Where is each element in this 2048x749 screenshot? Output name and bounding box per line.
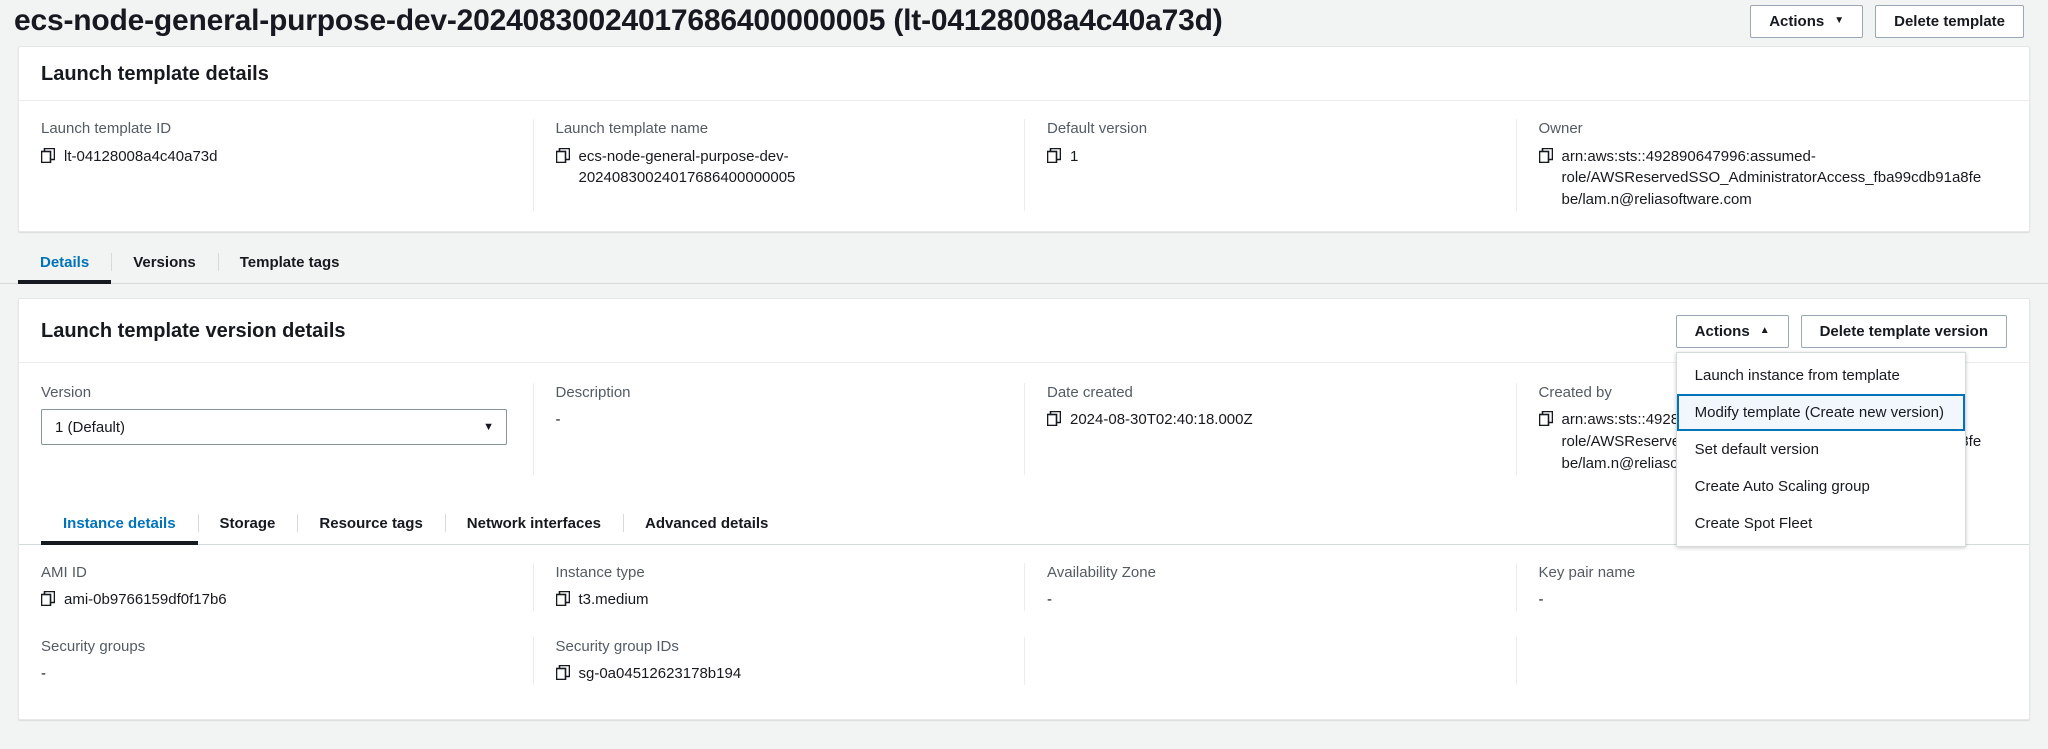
tab-resource-tags[interactable]: Resource tags xyxy=(297,501,444,544)
detail-label: Default version xyxy=(1047,120,1148,137)
copy-icon[interactable] xyxy=(1538,411,1553,427)
launch-template-details-grid: Launch template ID lt-04128008a4c40a73d … xyxy=(19,101,2029,231)
instance-field-key-pair-name: Key pair name - xyxy=(1515,562,2008,611)
detail-label: Key pair name xyxy=(1538,563,1636,581)
copy-icon[interactable] xyxy=(1047,411,1061,427)
detail-value: lt-04128008a4c40a73d xyxy=(41,146,511,168)
delete-template-version-button[interactable]: Delete template version xyxy=(1800,314,2007,348)
detail-label: Launch template ID xyxy=(41,120,172,137)
detail-value-text: lt-04128008a4c40a73d xyxy=(64,147,218,165)
description-label: Description xyxy=(555,383,631,401)
chevron-down-icon: ▼ xyxy=(1834,15,1845,26)
tab-template-tags[interactable]: Template tags xyxy=(217,240,362,283)
actions-button-label: Actions xyxy=(1769,12,1825,30)
tab-storage[interactable]: Storage xyxy=(197,501,298,544)
instance-field-security-groups: Security groups - xyxy=(41,637,533,685)
page-title: ecs-node-general-purpose-dev-20240830024… xyxy=(14,4,1223,37)
menu-item-create-spot-fleet[interactable]: Create Spot Fleet xyxy=(1677,505,1965,542)
version-select[interactable]: 1 (Default) ▼ xyxy=(41,409,507,446)
menu-item-set-default-version[interactable]: Set default version xyxy=(1677,431,1965,468)
tab-advanced-details[interactable]: Advanced details xyxy=(623,501,790,544)
instance-field-availability-zone: Availability Zone - xyxy=(1024,562,1516,611)
tab-details[interactable]: Details xyxy=(18,240,112,284)
detail-label: Launch template name xyxy=(555,120,709,137)
version-field-date-created: Date created 2024-08-30T02:40:18.000Z xyxy=(1024,382,1516,475)
copy-icon[interactable] xyxy=(555,591,570,606)
delete-template-button[interactable]: Delete template xyxy=(1875,4,2024,38)
header-actions: Actions ▼ Delete template xyxy=(1750,4,2024,38)
version-select-wrap: 1 (Default) ▼ xyxy=(41,409,507,446)
chevron-up-icon: ▲ xyxy=(1759,325,1770,337)
detail-field-owner: Owner arn:aws:sts::492890647996:assumed-… xyxy=(1515,119,2008,211)
copy-icon[interactable] xyxy=(1538,147,1553,163)
detail-value: ecs-node-general-purpose-dev-20240830024… xyxy=(555,146,1003,190)
actions-dropdown-menu: Launch instance from template Modify tem… xyxy=(1675,351,1966,547)
launch-template-details-header: Launch template details xyxy=(19,47,2029,101)
menu-item-modify-template[interactable]: Modify template (Create new version) xyxy=(1676,393,1965,431)
page-header: ecs-node-general-purpose-dev-20240830024… xyxy=(0,0,2048,46)
tab-instance-details[interactable]: Instance details xyxy=(41,501,198,545)
detail-value-text: ecs-node-general-purpose-dev-20240830024… xyxy=(578,147,796,187)
tab-versions[interactable]: Versions xyxy=(111,240,218,283)
launch-template-details-title: Launch template details xyxy=(41,63,269,85)
detail-value-text: 1 xyxy=(1070,147,1079,165)
detail-value: ami-0b9766159df0f17b6 xyxy=(41,589,511,611)
instance-details-row-2: Security groups - Security group IDs sg-… xyxy=(19,621,2029,719)
detail-value-text: sg-0a04512623178b194 xyxy=(578,665,742,683)
copy-icon[interactable] xyxy=(555,665,570,681)
launch-template-page: ecs-node-general-purpose-dev-20240830024… xyxy=(0,0,2048,749)
date-created-value: 2024-08-30T02:40:18.000Z xyxy=(1047,409,1494,431)
copy-icon[interactable] xyxy=(41,147,55,163)
detail-value: t3.medium xyxy=(555,589,1003,611)
menu-item-create-auto-scaling-group[interactable]: Create Auto Scaling group xyxy=(1677,468,1965,505)
version-field-version: Version 1 (Default) ▼ xyxy=(41,383,533,475)
detail-value: - xyxy=(1047,591,1052,608)
detail-value: 1 xyxy=(1047,146,1494,168)
detail-value: arn:aws:sts::492890647996:assumed-role/A… xyxy=(1538,146,1986,211)
detail-label: Availability Zone xyxy=(1047,563,1156,581)
copy-icon[interactable] xyxy=(555,147,570,163)
instance-field-empty-2 xyxy=(1515,636,2008,685)
date-created-label: Date created xyxy=(1047,383,1133,401)
version-select-value: 1 (Default) xyxy=(55,418,126,436)
date-created-text: 2024-08-30T02:40:18.000Z xyxy=(1070,411,1253,429)
version-field-description: Description - xyxy=(532,382,1025,475)
version-actions-label: Actions xyxy=(1694,322,1750,340)
detail-label: Security group IDs xyxy=(555,637,679,655)
instance-details-row-1: AMI ID ami-0b9766159df0f17b6 Instance ty… xyxy=(19,545,2029,621)
detail-value-text: ami-0b9766159df0f17b6 xyxy=(64,591,227,608)
detail-label: Instance type xyxy=(555,563,645,581)
launch-template-details-card: Launch template details Launch template … xyxy=(18,46,2030,232)
detail-value: - xyxy=(1538,591,1544,608)
launch-template-version-details-card: Launch template version details Actions … xyxy=(18,297,2030,720)
description-value: - xyxy=(555,411,561,429)
version-details-title: Launch template version details xyxy=(41,319,346,342)
version-label: Version xyxy=(41,383,92,401)
detail-field-launch-template-name: Launch template name ecs-node-general-pu… xyxy=(532,119,1025,211)
detail-field-default-version: Default version 1 xyxy=(1024,119,1516,211)
detail-label: Security groups xyxy=(41,637,146,655)
detail-value-text: arn:aws:sts::492890647996:assumed-role/A… xyxy=(1561,147,1982,209)
detail-value-text: t3.medium xyxy=(578,591,649,608)
version-details-header: Launch template version details Actions … xyxy=(19,299,2029,547)
copy-icon[interactable] xyxy=(41,591,55,606)
copy-icon[interactable] xyxy=(1047,147,1061,163)
detail-field-launch-template-id: Launch template ID lt-04128008a4c40a73d xyxy=(41,119,533,211)
version-details-actions: Actions ▲ Launch instance from template … xyxy=(1675,314,2007,547)
instance-field-empty-1 xyxy=(1024,636,1516,685)
actions-button[interactable]: Actions ▼ xyxy=(1750,4,1864,38)
menu-item-launch-instance-from-template[interactable]: Launch instance from template xyxy=(1677,357,1965,394)
detail-label: AMI ID xyxy=(41,563,87,581)
version-actions-button[interactable]: Actions ▲ xyxy=(1675,314,1789,348)
instance-field-instance-type: Instance type t3.medium xyxy=(532,562,1025,611)
instance-field-ami-id: AMI ID ami-0b9766159df0f17b6 xyxy=(41,563,533,611)
detail-label: Owner xyxy=(1538,120,1583,137)
detail-value: sg-0a04512623178b194 xyxy=(555,663,1003,685)
main-tabs: Details Versions Template tags xyxy=(0,240,2048,284)
detail-value: - xyxy=(41,665,46,683)
tab-network-interfaces[interactable]: Network interfaces xyxy=(444,501,623,544)
chevron-down-icon: ▼ xyxy=(483,421,494,434)
instance-field-security-group-ids: Security group IDs sg-0a04512623178b194 xyxy=(532,636,1025,685)
